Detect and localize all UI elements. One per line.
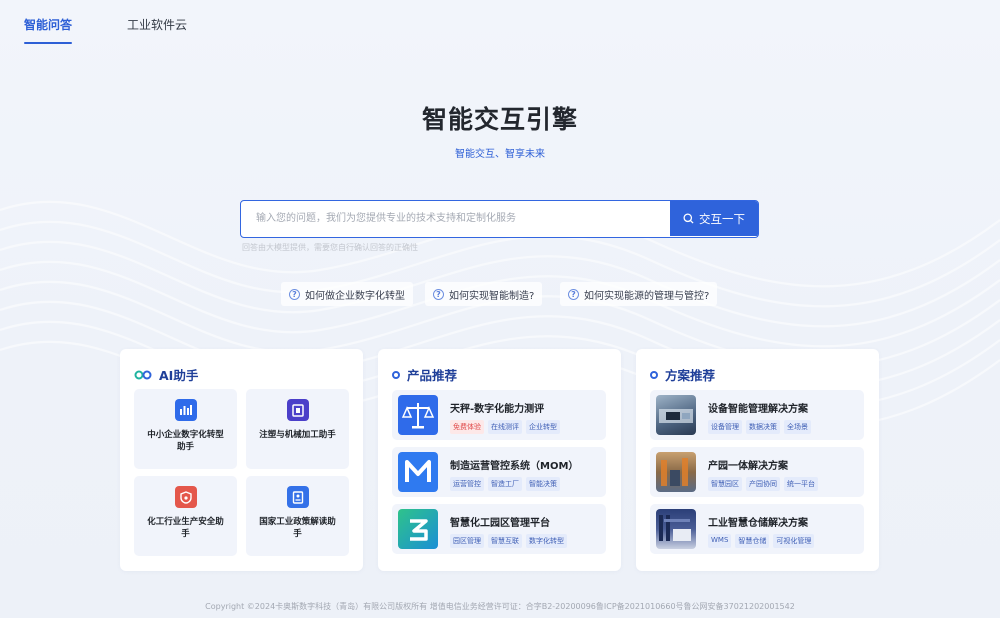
warehouse-photo bbox=[656, 509, 696, 549]
tag-list: 运营管控 智造工厂 智能决策 bbox=[450, 477, 560, 491]
ring-bullet-icon bbox=[650, 370, 658, 379]
footer-copyright: Copyright ©2024卡奥斯数字科技（青岛）有限公司版权所有 增值电信业… bbox=[205, 602, 795, 611]
top-navigation: 智能问答 工业软件云 bbox=[0, 0, 1000, 46]
tab-industrial-software-cloud[interactable]: 工业软件云 bbox=[127, 16, 187, 44]
tag: 在线测评 bbox=[488, 420, 522, 434]
page-title: 智能交互引擎 bbox=[421, 105, 578, 134]
search-input[interactable] bbox=[241, 201, 671, 236]
tab-smart-qa[interactable]: 智能问答 bbox=[24, 16, 73, 44]
solution-title: 产园一体解决方案 bbox=[708, 461, 788, 472]
infinity-logo-icon bbox=[134, 370, 152, 379]
assistant-chemical-safety[interactable]: 化工行业生产安全助手 bbox=[134, 476, 237, 556]
tag: 企业转型 bbox=[526, 420, 560, 434]
tag: 统一平台 bbox=[784, 477, 818, 491]
machine-icon bbox=[286, 399, 309, 421]
tag: 智慧互联 bbox=[488, 534, 522, 548]
ai-assistant-header: AI助手 bbox=[134, 365, 198, 384]
solution-item-equipment[interactable]: 设备智能管理解决方案 设备管理 数据决策 全场景 bbox=[650, 390, 864, 440]
quick-question-label: 如何做企业数字化转型 bbox=[305, 290, 405, 302]
products-header: 产品推荐 bbox=[392, 365, 457, 384]
interact-button[interactable]: 交互一下 bbox=[670, 201, 758, 236]
ai-assistant-title: AI助手 bbox=[159, 368, 199, 383]
search-icon bbox=[683, 213, 694, 224]
assistant-digital-transformation[interactable]: 中小企业数字化转型助手 bbox=[134, 389, 237, 469]
tag: 产园协同 bbox=[746, 477, 780, 491]
park-logo-icon bbox=[398, 509, 438, 549]
product-recommendation-card: 产品推荐 天秤-数字化能力测评 免费体验 在线测评 企业转型 制造运营管控系统（… bbox=[378, 349, 621, 571]
products-title: 产品推荐 bbox=[407, 368, 458, 383]
product-title: 智慧化工园区管理平台 bbox=[450, 518, 550, 529]
assistant-label: 注塑与机械加工助手 bbox=[259, 430, 336, 440]
tag-list: 设备管理 数据决策 全场景 bbox=[708, 420, 811, 434]
quick-question-3[interactable]: ? 如何实现能源的管理与管控? bbox=[560, 282, 718, 306]
solutions-header: 方案推荐 bbox=[650, 365, 715, 384]
ai-assistant-card: AI助手 中小企业数字化转型助手 注塑与机械加工助手 化工行业生产安全助手 国家… bbox=[120, 349, 363, 571]
tag: 智慧仓储 bbox=[735, 534, 770, 548]
product-item-chemical-park[interactable]: 智慧化工园区管理平台 园区管理 智慧互联 数字化转型 bbox=[392, 504, 606, 554]
search-disclaimer: 回答由大模型提供，需要您自行确认回答的正确性 bbox=[242, 243, 418, 252]
assistant-label: 化工行业生产安全助手 bbox=[147, 517, 224, 539]
tag: 园区管理 bbox=[450, 534, 484, 548]
tag: 全场景 bbox=[784, 420, 811, 434]
tag-list: 园区管理 智慧互联 数字化转型 bbox=[450, 534, 567, 548]
solution-recommendation-card: 方案推荐 设备智能管理解决方案 设备管理 数据决策 全场景 产园一体解决方案 智… bbox=[636, 349, 879, 571]
equipment-photo bbox=[656, 395, 696, 435]
tag: 智能决策 bbox=[526, 477, 560, 491]
tag: 数据决策 bbox=[746, 420, 780, 434]
product-item-evaluation[interactable]: 天秤-数字化能力测评 免费体验 在线测评 企业转型 bbox=[392, 390, 606, 440]
mom-logo-icon bbox=[398, 452, 438, 492]
assistant-injection-machining[interactable]: 注塑与机械加工助手 bbox=[246, 389, 349, 469]
safety-icon bbox=[174, 486, 197, 508]
search-box: 交互一下 bbox=[240, 200, 759, 238]
quick-question-label: 如何实现能源的管理与管控? bbox=[584, 290, 710, 302]
quick-question-2[interactable]: ? 如何实现智能制造? bbox=[425, 282, 543, 306]
assistant-policy-interpretation[interactable]: 国家工业政策解读助手 bbox=[246, 476, 349, 556]
quick-question-1[interactable]: ? 如何做企业数字化转型 bbox=[281, 282, 413, 306]
product-title: 天秤-数字化能力测评 bbox=[450, 404, 545, 415]
interact-button-label: 交互一下 bbox=[699, 211, 745, 226]
assistant-label: 国家工业政策解读助手 bbox=[259, 517, 336, 539]
page-subtitle: 智能交互、智享未来 bbox=[455, 149, 545, 160]
ring-bullet-icon bbox=[392, 370, 400, 379]
tag: WMS bbox=[708, 534, 732, 548]
assistant-label: 中小企业数字化转型助手 bbox=[147, 430, 224, 452]
solutions-title: 方案推荐 bbox=[665, 368, 716, 383]
tag-list: 免费体验 在线测评 企业转型 bbox=[450, 420, 560, 434]
question-icon: ? bbox=[433, 288, 444, 300]
quick-question-label: 如何实现智能制造? bbox=[449, 290, 535, 302]
tag-list: 智慧园区 产园协同 统一平台 bbox=[708, 477, 818, 491]
tag: 设备管理 bbox=[708, 420, 742, 434]
question-icon: ? bbox=[568, 288, 579, 300]
tag: 智慧园区 bbox=[708, 477, 742, 491]
factory-photo bbox=[656, 452, 696, 492]
solution-title: 设备智能管理解决方案 bbox=[708, 404, 808, 415]
tag: 可视化管理 bbox=[773, 534, 815, 548]
bar-chart-icon bbox=[174, 399, 197, 421]
product-item-mom[interactable]: 制造运营管控系统（MOM） 运营管控 智造工厂 智能决策 bbox=[392, 447, 606, 497]
solution-title: 工业智慧仓储解决方案 bbox=[708, 518, 808, 529]
solution-item-warehouse[interactable]: 工业智慧仓储解决方案 WMS 智慧仓储 可视化管理 bbox=[650, 504, 864, 554]
solution-item-industrial-park[interactable]: 产园一体解决方案 智慧园区 产园协同 统一平台 bbox=[650, 447, 864, 497]
question-icon: ? bbox=[289, 288, 300, 300]
product-title: 制造运营管控系统（MOM） bbox=[450, 461, 579, 472]
tag: 智造工厂 bbox=[488, 477, 522, 491]
tag: 运营管控 bbox=[450, 477, 484, 491]
tag: 免费体验 bbox=[450, 420, 484, 434]
policy-doc-icon bbox=[286, 486, 309, 508]
scale-icon bbox=[398, 395, 438, 435]
tag-list: WMS 智慧仓储 可视化管理 bbox=[708, 534, 815, 548]
tag: 数字化转型 bbox=[526, 534, 567, 548]
